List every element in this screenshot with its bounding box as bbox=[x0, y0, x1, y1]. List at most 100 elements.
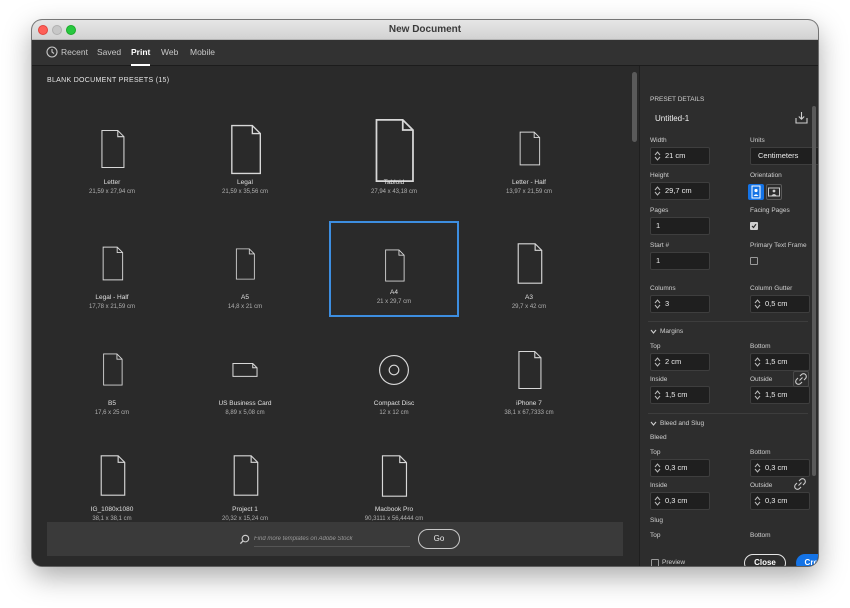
facing-pages-checkbox[interactable] bbox=[750, 222, 758, 230]
pages-field[interactable]: 1 bbox=[650, 217, 710, 235]
bleed-bottom-field[interactable]: 0,3 cm bbox=[750, 459, 810, 477]
stepper-icon[interactable] bbox=[654, 389, 661, 401]
bleed-top-field[interactable]: 0,3 cm bbox=[650, 459, 710, 477]
margins-section-label[interactable]: Margins bbox=[660, 328, 683, 335]
chevron-down-icon[interactable] bbox=[650, 328, 657, 335]
margin-outside-field[interactable]: 1,5 cm bbox=[750, 386, 810, 404]
tab-recent[interactable]: Recent bbox=[61, 40, 88, 66]
details-scrollbar[interactable] bbox=[812, 106, 816, 476]
preset-name: iPhone 7 bbox=[516, 400, 542, 407]
scrollbar-thumb[interactable] bbox=[632, 72, 637, 142]
bleed-outside-field[interactable]: 0,3 cm bbox=[750, 492, 810, 510]
bleed-slug-section-label[interactable]: Bleed and Slug bbox=[660, 420, 704, 427]
preset-card[interactable]: Project 1 20,32 x 15,24 cm bbox=[180, 433, 310, 528]
preset-size: 38,1 x 67,7333 cm bbox=[504, 410, 554, 416]
stepper-icon[interactable] bbox=[654, 356, 661, 368]
tab-mobile[interactable]: Mobile bbox=[190, 40, 215, 66]
margins-link-button[interactable] bbox=[793, 371, 809, 387]
document-name[interactable]: Untitled-1 bbox=[655, 114, 689, 123]
tab-web[interactable]: Web bbox=[161, 40, 178, 66]
margin-bottom-field[interactable]: 1,5 cm bbox=[750, 353, 810, 371]
preset-card[interactable]: US Business Card 8,89 x 5,08 cm bbox=[180, 327, 310, 422]
preset-card[interactable]: Letter 21,59 x 27,94 cm bbox=[47, 106, 177, 201]
title-bar: New Document bbox=[32, 20, 818, 40]
tab-print[interactable]: Print bbox=[131, 40, 151, 66]
link-icon bbox=[794, 478, 806, 490]
units-dropdown[interactable]: Centimeters bbox=[750, 147, 818, 165]
preset-card[interactable]: B5 17,6 x 25 cm bbox=[47, 327, 177, 422]
link-icon bbox=[795, 373, 807, 385]
preset-card[interactable]: Compact Disc 12 x 12 cm bbox=[329, 327, 459, 422]
height-field[interactable]: 29,7 cm bbox=[650, 182, 710, 200]
width-field[interactable]: 21 cm bbox=[650, 147, 710, 165]
stepper-icon[interactable] bbox=[654, 150, 661, 162]
margin-outside-label: Outside bbox=[750, 376, 773, 383]
bleed-inside-field[interactable]: 0,3 cm bbox=[650, 492, 710, 510]
tab-saved[interactable]: Saved bbox=[97, 40, 121, 66]
chevron-down-icon[interactable] bbox=[650, 420, 657, 427]
bleed-label: Bleed bbox=[650, 434, 667, 441]
search-icon bbox=[239, 534, 250, 545]
column-gutter-field[interactable]: 0,5 cm bbox=[750, 295, 810, 313]
go-button[interactable]: Go bbox=[418, 529, 460, 549]
margin-inside-field[interactable]: 1,5 cm bbox=[650, 386, 710, 404]
margin-top-field[interactable]: 2 cm bbox=[650, 353, 710, 371]
preset-size: 13,97 x 21,59 cm bbox=[505, 189, 553, 195]
window-title: New Document bbox=[388, 24, 462, 35]
preset-card[interactable]: Letter - Half 13,97 x 21,59 cm bbox=[464, 106, 594, 201]
preset-card[interactable]: iPhone 7 38,1 x 67,7333 cm bbox=[464, 327, 594, 422]
preview-checkbox[interactable] bbox=[651, 559, 659, 566]
stepper-icon[interactable] bbox=[654, 298, 661, 310]
primary-text-frame-checkbox[interactable] bbox=[750, 257, 758, 265]
stepper-icon[interactable] bbox=[754, 298, 761, 310]
stepper-icon[interactable] bbox=[654, 185, 661, 197]
page-icon bbox=[47, 114, 177, 176]
preset-card[interactable]: A4 21 x 29,7 cm bbox=[329, 221, 459, 317]
preset-name: Legal - Half bbox=[95, 294, 129, 301]
preset-card[interactable]: Macbook Pro 90,3111 x 56,4444 cm bbox=[329, 433, 459, 528]
page-icon bbox=[180, 114, 310, 183]
bleed-link-button[interactable] bbox=[793, 477, 809, 493]
height-label: Height bbox=[650, 172, 669, 179]
bleed-bottom-label: Bottom bbox=[750, 449, 771, 456]
columns-label: Columns bbox=[650, 285, 676, 292]
margin-top-label: Top bbox=[650, 343, 661, 350]
preset-card[interactable]: Legal - Half 17,78 x 21,59 cm bbox=[47, 221, 177, 316]
stepper-icon[interactable] bbox=[754, 462, 761, 474]
presets-scrollbar[interactable] bbox=[631, 66, 639, 566]
landscape-icon bbox=[768, 187, 780, 197]
stock-search-input[interactable] bbox=[254, 531, 410, 547]
close-button[interactable]: Close bbox=[744, 554, 786, 566]
save-preset-icon[interactable] bbox=[795, 111, 808, 124]
preset-name: US Business Card bbox=[218, 400, 272, 407]
card-icon bbox=[180, 335, 310, 396]
portrait-button[interactable] bbox=[748, 184, 764, 200]
create-button[interactable]: Create bbox=[796, 554, 818, 566]
preset-card[interactable]: A5 14,8 x 21 cm bbox=[180, 221, 310, 316]
page-icon bbox=[331, 231, 457, 289]
bleed-top-label: Top bbox=[650, 449, 661, 456]
disc-icon bbox=[329, 335, 459, 399]
stepper-icon[interactable] bbox=[754, 389, 761, 401]
landscape-button[interactable] bbox=[766, 184, 782, 200]
preset-name: Macbook Pro bbox=[374, 506, 414, 513]
stepper-icon[interactable] bbox=[754, 495, 761, 507]
stepper-icon[interactable] bbox=[654, 462, 661, 474]
presets-title: BLANK DOCUMENT PRESETS (15) bbox=[47, 77, 170, 84]
preset-card[interactable]: A3 29,7 x 42 cm bbox=[464, 221, 594, 316]
page-icon bbox=[464, 335, 594, 397]
preset-card[interactable]: Legal 21,59 x 35,56 cm bbox=[180, 106, 310, 201]
page-icon bbox=[464, 114, 594, 173]
stepper-icon[interactable] bbox=[654, 495, 661, 507]
columns-field[interactable]: 3 bbox=[650, 295, 710, 313]
start-field[interactable]: 1 bbox=[650, 252, 710, 270]
stepper-icon[interactable] bbox=[754, 356, 761, 368]
preset-name: Tabloid bbox=[383, 179, 405, 186]
width-label: Width bbox=[650, 137, 667, 144]
clock-icon bbox=[46, 46, 58, 58]
preset-card[interactable]: IG_1080x1080 38,1 x 38,1 cm bbox=[47, 433, 177, 528]
new-document-dialog: New Document Recent Saved Print Web Mobi… bbox=[32, 20, 818, 566]
preset-card[interactable]: Tabloid 27,94 x 43,18 cm bbox=[329, 106, 459, 201]
page-icon bbox=[47, 229, 177, 288]
page-icon bbox=[47, 335, 177, 393]
